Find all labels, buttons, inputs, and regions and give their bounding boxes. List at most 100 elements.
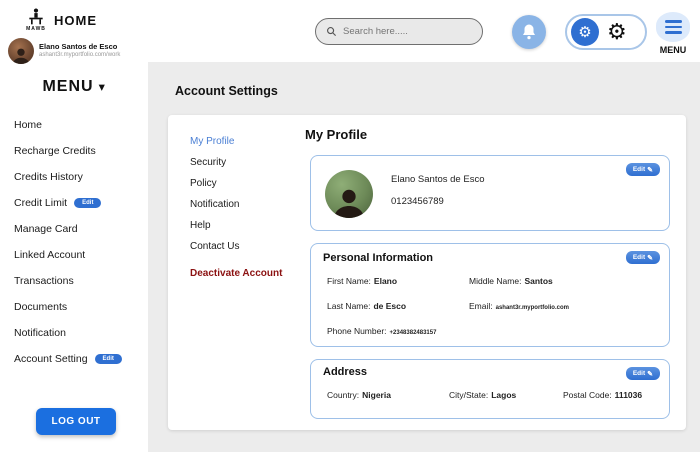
sidebar-item-label: Notification xyxy=(14,327,66,339)
sidebar-menu-toggle[interactable]: MENU ▾ xyxy=(0,78,148,96)
user-chip-name: Elano Santos de Esco xyxy=(39,42,118,52)
city-state-value: Lagos xyxy=(491,390,517,400)
email-label: Email: xyxy=(469,301,493,311)
sidebar-item-transactions[interactable]: Transactions xyxy=(0,268,148,294)
address-title: Address xyxy=(323,366,368,378)
sidebar-item-recharge-credits[interactable]: Recharge Credits xyxy=(0,138,148,164)
personal-info-edit-button[interactable]: Edit ✎ xyxy=(625,251,660,264)
sidebar-item-label: Account Setting xyxy=(14,353,88,365)
top-menu-label: MENU xyxy=(659,45,687,55)
app-logo[interactable]: MAWB xyxy=(24,6,48,32)
top-menu-button[interactable]: MENU xyxy=(653,12,693,55)
sidebar-item-documents[interactable]: Documents xyxy=(0,294,148,320)
profile-name: Elano Santos de Esco xyxy=(391,174,485,185)
phone-field: Phone Number: +2348382483157 xyxy=(327,326,436,336)
subnav-my-profile[interactable]: My Profile xyxy=(190,131,300,152)
pencil-icon: ✎ xyxy=(647,254,653,262)
sidebar-item-manage-card[interactable]: Manage Card xyxy=(0,216,148,242)
address-edit-button[interactable]: Edit ✎ xyxy=(625,367,660,380)
first-name-field: First Name: Elano xyxy=(327,276,397,286)
city-state-label: City/State: xyxy=(449,390,489,400)
settings-icon[interactable]: ⚙ xyxy=(571,18,599,46)
postal-code-field: Postal Code: 111036 xyxy=(563,390,642,400)
sidebar-item-credits-history[interactable]: Credits History xyxy=(0,164,148,190)
country-value: Nigeria xyxy=(362,390,391,400)
settings-toggle-pill[interactable]: ⚙ ⚙ xyxy=(565,14,647,50)
pencil-icon: ✎ xyxy=(647,370,653,378)
first-name-label: First Name: xyxy=(327,276,371,286)
mawb-logo-icon xyxy=(24,6,48,26)
search-input[interactable] xyxy=(343,26,472,37)
sidebar-item-home[interactable]: Home xyxy=(0,112,148,138)
gear-icon[interactable]: ⚙ xyxy=(607,21,627,43)
country-label: Country: xyxy=(327,390,360,400)
sidebar-item-label: Recharge Credits xyxy=(14,145,96,157)
subnav-contact-us[interactable]: Contact Us xyxy=(190,236,300,257)
profile-photo xyxy=(325,170,373,218)
profile-phone: 0123456789 xyxy=(391,196,444,207)
city-state-field: City/State: Lagos xyxy=(449,390,516,400)
sidebar-item-linked-account[interactable]: Linked Account xyxy=(0,242,148,268)
sidebar-item-credit-limit[interactable]: Credit Limit Edit xyxy=(0,190,148,216)
postal-code-label: Postal Code: xyxy=(563,390,612,400)
postal-code-value: 111036 xyxy=(614,390,643,400)
sidebar-item-label: Transactions xyxy=(14,275,74,287)
pencil-icon: ✎ xyxy=(647,166,653,174)
sidebar-item-label: Linked Account xyxy=(14,249,86,261)
search-bar[interactable] xyxy=(315,18,483,45)
profile-summary-card: Elano Santos de Esco 0123456789 Edit ✎ xyxy=(310,155,670,231)
last-name-field: Last Name: de Esco xyxy=(327,301,406,311)
middle-name-label: Middle Name: xyxy=(469,276,522,286)
chevron-down-icon: ▾ xyxy=(99,81,106,94)
logo-text: MAWB xyxy=(26,26,46,32)
phone-label: Phone Number: xyxy=(327,326,387,336)
sidebar-items: Home Recharge Credits Credits History Cr… xyxy=(0,112,148,372)
hamburger-menu-icon xyxy=(656,12,690,42)
edit-label: Edit xyxy=(632,166,646,173)
topbar: ⚙ ⚙ MENU xyxy=(148,0,700,62)
last-name-label: Last Name: xyxy=(327,301,371,311)
account-setting-edit-badge[interactable]: Edit xyxy=(94,354,122,364)
user-chip-subtitle: ashant3r.myportfolio.com/work xyxy=(39,51,121,58)
subnav-notification[interactable]: Notification xyxy=(190,194,300,215)
subnav-help[interactable]: Help xyxy=(190,215,300,236)
address-card: Address Edit ✎ Country: Nigeria City/Stat… xyxy=(310,359,670,419)
middle-name-value: Santos xyxy=(524,276,553,286)
search-icon xyxy=(327,27,337,37)
sidebar-item-account-setting[interactable]: Account Setting Edit xyxy=(0,346,148,372)
subnav-deactivate-account[interactable]: Deactivate Account xyxy=(190,263,300,284)
sidebar-item-label: Documents xyxy=(14,301,68,313)
edit-label: Edit xyxy=(632,370,646,377)
edit-label: Edit xyxy=(632,254,646,261)
credit-limit-edit-badge[interactable]: Edit xyxy=(74,198,102,208)
sidebar-item-label: Credit Limit xyxy=(14,197,68,209)
sidebar-menu-label: MENU xyxy=(42,78,94,95)
last-name-value: de Esco xyxy=(373,301,407,311)
middle-name-field: Middle Name: Santos xyxy=(469,276,553,286)
user-chip[interactable]: Elano Santos de Esco ashant3r.myportfoli… xyxy=(8,38,120,64)
page-title: Account Settings xyxy=(175,84,278,98)
logout-button[interactable]: LOG OUT xyxy=(36,408,116,435)
country-field: Country: Nigeria xyxy=(327,390,391,400)
first-name-value: Elano xyxy=(373,276,398,286)
personal-info-title: Personal Information xyxy=(323,252,434,264)
home-label[interactable]: HOME xyxy=(54,13,97,28)
subnav-policy[interactable]: Policy xyxy=(190,173,300,194)
bell-icon xyxy=(523,24,535,40)
profile-edit-button[interactable]: Edit ✎ xyxy=(625,163,660,176)
phone-value: +2348382483157 xyxy=(389,330,437,336)
section-title: My Profile xyxy=(305,127,368,142)
sidebar-item-notification[interactable]: Notification xyxy=(0,320,148,346)
subnav-security[interactable]: Security xyxy=(190,152,300,173)
user-avatar xyxy=(8,38,34,64)
email-field: Email: ashant3r.myportfolio.com xyxy=(469,301,569,311)
personal-info-card: Personal Information Edit ✎ First Name: E… xyxy=(310,243,670,347)
main-content: Account Settings My Profile Security Pol… xyxy=(148,62,700,452)
sidebar-item-label: Home xyxy=(14,119,43,131)
email-value: ashant3r.myportfolio.com xyxy=(495,305,569,311)
notifications-button[interactable] xyxy=(512,15,546,49)
sidebar-item-label: Credits History xyxy=(14,171,83,183)
sidebar-item-label: Manage Card xyxy=(14,223,78,235)
settings-subnav: My Profile Security Policy Notification … xyxy=(190,131,300,284)
sidebar: MAWB HOME Elano Santos de Esco ashant3r.… xyxy=(0,0,148,452)
